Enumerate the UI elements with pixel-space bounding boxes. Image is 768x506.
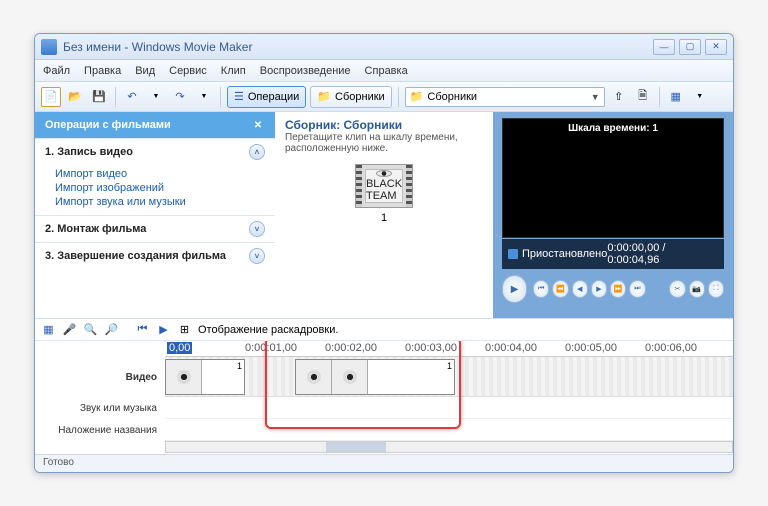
chevron-down-icon[interactable]: ˅ [249,248,265,264]
redo-icon[interactable]: ↷ [170,87,190,107]
chevron-down-icon: ▼ [591,92,600,102]
statusbar: Готово [35,454,733,472]
play-timeline-icon[interactable]: ▶ [156,322,171,337]
preview-status-bar: Приостановлено 0:00:00,00 / 0:00:04,96 [502,239,724,269]
view-dropdown-icon[interactable]: ▼ [690,87,710,107]
section-edit[interactable]: 2. Монтаж фильма ˅ [35,216,275,242]
maximize-button[interactable]: ▢ [679,39,701,55]
save-icon[interactable]: 💾 [89,87,109,107]
menu-edit[interactable]: Правка [84,65,121,77]
collection-pane: Сборник: Сборники Перетащите клип на шка… [275,112,493,318]
minimize-button[interactable]: — [653,39,675,55]
video-track[interactable]: 1 1 [165,357,733,397]
track-label-title: Наложение названия [35,419,157,441]
fullscreen-button[interactable]: ⛶ [708,280,724,298]
timeline-clip[interactable]: 1 [165,359,245,395]
split-button[interactable]: ✂ [669,280,685,298]
link-import-video[interactable]: Импорт видео [55,167,265,181]
titlebar[interactable]: Без имени - Windows Movie Maker — ▢ ✕ [35,34,733,60]
close-button[interactable]: ✕ [705,39,727,55]
preview-title: Шкала времени: 1 [503,123,723,134]
pause-icon [508,249,518,259]
timeline-ruler[interactable]: 0,00 0:00:01,00 0:00:02,00 0:00:03,00 0:… [165,341,733,357]
menu-service[interactable]: Сервис [169,65,207,77]
menu-playback[interactable]: Воспроизведение [260,65,351,77]
timeline-pane: ▦ 🎤 🔍 🔎 ⏮ ▶ ⊞ Отображение раскадровки. В… [35,319,733,454]
track-area[interactable]: 0,00 0:00:01,00 0:00:02,00 0:00:03,00 0:… [165,341,733,454]
collections-button[interactable]: 📁 Сборники [310,86,391,108]
zoom-out-icon[interactable]: 🔎 [104,322,119,337]
view-icon[interactable]: ▦ [666,87,686,107]
zoom-in-icon[interactable]: 🔍 [83,322,98,337]
timeline-toolbar: ▦ 🎤 🔍 🔎 ⏮ ▶ ⊞ Отображение раскадровки. [35,319,733,341]
collection-title: Сборник: Сборники [285,118,483,132]
preview-pane: Шкала времени: 1 Приостановлено 0:00:00,… [493,112,733,318]
chevron-up-icon[interactable]: ˄ [249,144,265,160]
rewind-start-button[interactable]: ⏮ [533,280,549,298]
forward-end-button[interactable]: ⏭ [629,280,645,298]
forward-button[interactable]: ⏩ [610,280,626,298]
redo-dropdown-icon[interactable]: ▼ [194,87,214,107]
collection-dropdown[interactable]: 📁 Сборники ▼ [405,87,605,107]
step-fwd-button[interactable]: ▶ [591,280,607,298]
properties-icon[interactable]: 🗎 [633,87,653,107]
track-label-audio: Звук или музыка [35,397,157,419]
menu-clip[interactable]: Клип [221,65,246,77]
folders-icon: 📁 [317,90,331,103]
undo-icon[interactable]: ↶ [122,87,142,107]
menubar: Файл Правка Вид Сервис Клип Воспроизведе… [35,60,733,82]
new-icon[interactable]: 📄 [41,87,61,107]
tasks-header: Операции с фильмами ✕ [35,112,275,138]
clip-thumbnail[interactable]: BLACK TEAM [355,164,413,208]
narrate-icon[interactable]: 🎤 [62,322,77,337]
operations-button[interactable]: ☰ Операции [227,86,306,108]
up-icon[interactable]: ⇧ [609,87,629,107]
step-back-button[interactable]: ◀ [572,280,588,298]
menu-file[interactable]: Файл [43,65,70,77]
toolbar: 📄 📂 💾 ↶ ▼ ↷ ▼ ☰ Операции 📁 Сборники 📁 Сб… [35,82,733,112]
app-window: Без имени - Windows Movie Maker — ▢ ✕ Фа… [34,33,734,473]
timeline-clip[interactable]: 1 [295,359,455,395]
storyboard-icon[interactable]: ▦ [41,322,56,337]
snapshot-button[interactable]: 📷 [689,280,705,298]
show-storyboard-icon[interactable]: ⊞ [177,322,192,337]
preview-time: 0:00:00,00 / 0:00:04,96 [607,242,718,266]
menu-view[interactable]: Вид [135,65,155,77]
link-import-images[interactable]: Импорт изображений [55,181,265,195]
play-button[interactable]: ▶ [502,275,527,303]
undo-dropdown-icon[interactable]: ▼ [146,87,166,107]
clip-label: 1 [381,212,387,224]
menu-help[interactable]: Справка [365,65,408,77]
tasks-close-icon[interactable]: ✕ [251,118,265,132]
timeline-view-label: Отображение раскадровки. [198,324,338,336]
open-icon[interactable]: 📂 [65,87,85,107]
tasks-icon: ☰ [234,90,244,103]
tasks-pane: Операции с фильмами ✕ 1. Запись видео ˄ … [35,112,275,318]
collection-subtitle: Перетащите клип на шкалу времени, распол… [285,132,483,154]
rewind-timeline-icon[interactable]: ⏮ [135,322,150,337]
window-title: Без имени - Windows Movie Maker [63,40,653,54]
link-import-audio[interactable]: Импорт звука или музыки [55,195,265,209]
rewind-button[interactable]: ⏪ [552,280,568,298]
folder-icon: 📁 [410,90,424,103]
track-label-video: Видео [35,357,157,397]
preview-screen[interactable]: Шкала времени: 1 [502,118,724,238]
section-capture[interactable]: 1. Запись видео ˄ [35,139,275,165]
audio-track[interactable] [165,397,733,419]
title-track[interactable] [165,419,733,441]
horizontal-scrollbar[interactable] [165,441,733,453]
chevron-down-icon[interactable]: ˅ [249,221,265,237]
section-finish[interactable]: 3. Завершение создания фильма ˅ [35,243,275,269]
app-icon [41,39,57,55]
scrollbar-thumb[interactable] [326,442,386,452]
